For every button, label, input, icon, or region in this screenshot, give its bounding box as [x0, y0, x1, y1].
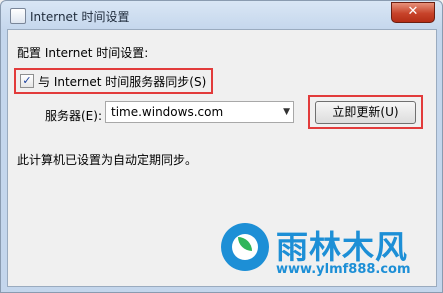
server-combobox[interactable]: time.windows.com ▼ [105, 101, 294, 123]
window-icon [10, 8, 26, 24]
dropdown-arrow-icon[interactable]: ▼ [283, 107, 290, 117]
title-bar[interactable]: Internet 时间设置 ✕ [1, 1, 442, 29]
watermark-logo-icon [221, 223, 269, 271]
close-button[interactable]: ✕ [391, 2, 435, 23]
window-title: Internet 时间设置 [30, 10, 130, 24]
watermark-url: www.ylmf888.com [276, 262, 411, 277]
section-label: 配置 Internet 时间设置: [17, 46, 149, 60]
server-label: 服务器(E): [45, 109, 102, 123]
update-now-button[interactable]: 立即更新(U) [315, 101, 416, 124]
sync-checkbox[interactable]: ✓ [20, 74, 34, 88]
sync-checkbox-label[interactable]: 与 Internet 时间服务器同步(S) [38, 73, 206, 90]
status-text: 此计算机已设置为自动定期同步。 [17, 153, 198, 167]
server-value[interactable]: time.windows.com [111, 105, 223, 119]
